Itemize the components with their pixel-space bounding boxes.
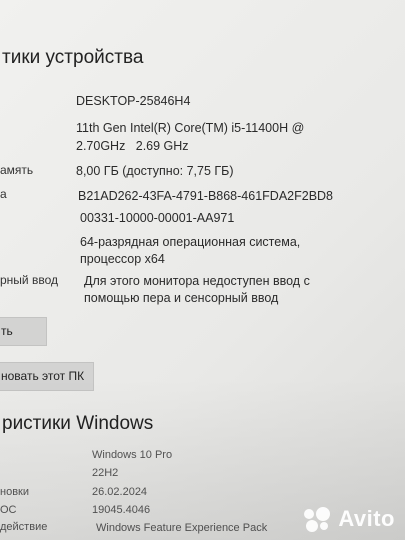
install-date-value: 26.02.2024: [92, 486, 148, 498]
windows-edition-value: Windows 10 Pro: [92, 449, 173, 461]
avito-wordmark: Avito: [338, 506, 395, 531]
avito-logo-icon: [304, 507, 334, 532]
ram-label: амять: [0, 163, 34, 177]
experience-label: действие: [0, 521, 48, 533]
experience-value: Windows Feature Experience Pack: [96, 522, 268, 534]
windows-specs-title: ристики Windows: [2, 413, 154, 434]
avito-watermark: Avito: [304, 506, 395, 532]
device-specs-title: тики устройства: [2, 47, 144, 68]
rename-pc-button[interactable]: новать этот ПК: [0, 362, 94, 391]
pen-touch-value-line2: помощью пера и сенсорный ввод: [84, 291, 279, 305]
os-build-value: 19045.4046: [92, 504, 151, 516]
pen-touch-value-line1: Для этого монитора недоступен ввод с: [84, 274, 310, 288]
product-id-value: 00331-10000-00001-AA971: [80, 211, 235, 225]
photo-shading: [0, 0, 405, 540]
ram-value: 8,00 ГБ (доступно: 7,75 ГБ): [76, 164, 234, 178]
copy-button-label: ть: [1, 324, 13, 338]
os-build-label: ОС: [0, 504, 17, 516]
pen-touch-label: рный ввод: [0, 273, 58, 287]
processor-value-line1: 11th Gen Intel(R) Core(TM) i5-11400H @: [76, 121, 305, 135]
system-type-value-line1: 64-разрядная операционная система,: [80, 235, 301, 249]
device-name-value: DESKTOP-25846H4: [76, 94, 191, 108]
device-id-value: B21AD262-43FA-4791-B868-461FDA2F2BD8: [78, 189, 334, 203]
processor-value-line2: 2.70GHz 2.69 GHz: [76, 139, 189, 153]
system-type-value-line2: процессор x64: [80, 252, 165, 266]
install-date-label: новки: [0, 486, 29, 498]
windows-version-value: 22H2: [92, 467, 119, 479]
device-id-label: а: [0, 187, 7, 201]
rename-pc-button-label: новать этот ПК: [1, 369, 85, 383]
copy-button[interactable]: ть: [0, 317, 47, 346]
